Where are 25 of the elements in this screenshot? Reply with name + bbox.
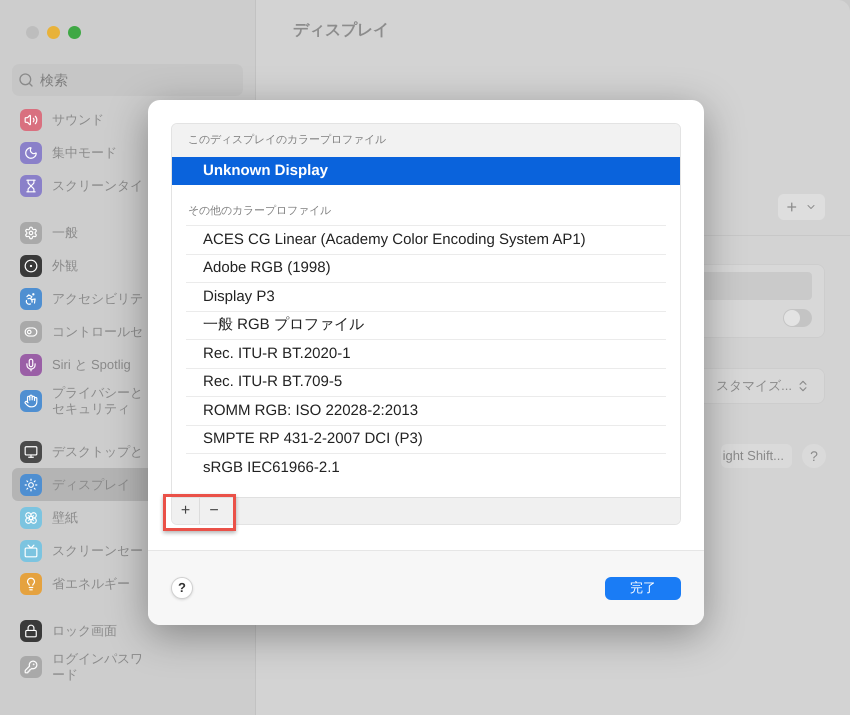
search-field[interactable]: 検索 bbox=[12, 64, 243, 96]
search-icon bbox=[18, 72, 34, 88]
profile-item[interactable]: ACES CG Linear (Academy Color Encoding System AP1) bbox=[186, 225, 666, 254]
profile-item[interactable]: SMPTE RP 431-2-2007 DCI (P3) bbox=[186, 424, 666, 453]
profile-item[interactable]: Rec. ITU-R BT.2020-1 bbox=[186, 339, 666, 368]
help-button[interactable]: ? bbox=[802, 444, 826, 468]
add-button[interactable]: + bbox=[172, 498, 200, 524]
profile-item[interactable]: ROMM RGB: ISO 22028-2:2013 bbox=[186, 396, 666, 424]
window-title: ディスプレイ bbox=[293, 20, 389, 41]
profile-item[interactable]: Unknown Display bbox=[172, 157, 680, 185]
profile-item[interactable]: 一般 RGB プロファイル bbox=[186, 310, 666, 339]
profile-item[interactable]: Adobe RGB (1998) bbox=[186, 254, 666, 282]
toggle-switch[interactable] bbox=[783, 309, 812, 327]
night-shift-button[interactable]: ight Shift... bbox=[720, 444, 792, 468]
section-header: その他のカラープロファイル bbox=[188, 204, 331, 218]
minimize-window-icon[interactable] bbox=[47, 26, 60, 39]
profile-item[interactable]: Display P3 bbox=[186, 282, 666, 310]
remove-button[interactable]: − bbox=[200, 498, 228, 524]
done-button[interactable]: 完了 bbox=[605, 576, 681, 600]
add-dropdown-button[interactable]: + bbox=[778, 194, 825, 220]
help-button[interactable]: ? bbox=[171, 577, 193, 599]
profile-item[interactable]: Rec. ITU-R BT.709-5 bbox=[186, 368, 666, 396]
profile-item[interactable]: sRGB IEC61966-2.1 bbox=[186, 453, 666, 482]
popup-button[interactable]: スタマイズ... bbox=[716, 376, 792, 396]
zoom-window-icon[interactable] bbox=[68, 26, 81, 39]
